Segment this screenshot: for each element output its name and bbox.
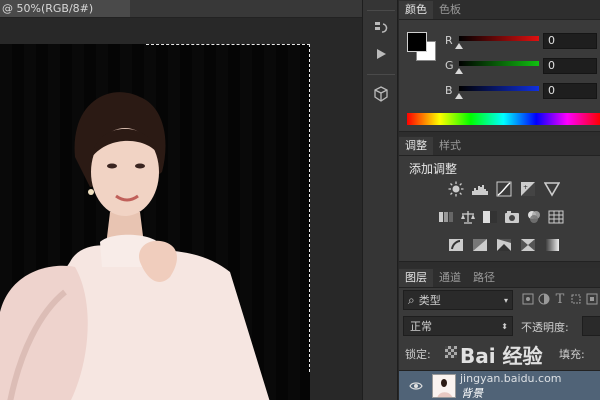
tab-channels[interactable]: 通道 (433, 269, 467, 287)
chevron-updown-icon: ⬍ (501, 321, 508, 331)
lock-transparent-pixels-icon[interactable] (445, 346, 457, 358)
hue-saturation-icon[interactable] (437, 208, 455, 226)
posterize-icon[interactable] (471, 236, 489, 254)
tab-paths[interactable]: 路径 (467, 269, 501, 287)
lock-label: 锁定: (405, 348, 431, 361)
curves-icon[interactable] (495, 180, 513, 198)
adjustment-row-3 (447, 236, 561, 254)
search-icon: ⌕ (408, 292, 415, 307)
black-white-icon[interactable] (481, 208, 499, 226)
svg-text:+: + (523, 184, 528, 191)
smart-object-filter-icon[interactable] (585, 292, 599, 306)
exposure-icon[interactable]: + (519, 180, 537, 198)
tab-styles[interactable]: 样式 (433, 137, 467, 155)
3d-cube-icon[interactable] (369, 84, 393, 104)
red-slider-track[interactable] (459, 36, 539, 41)
blend-mode-select[interactable]: 正常 ⬍ (403, 316, 513, 336)
opacity-field[interactable] (582, 316, 600, 336)
right-panels: 颜色 色板 R 0 G 0 B 0 调整 样式 添加调整 + 图层 通道 路径 … (399, 0, 600, 400)
channel-mixer-icon[interactable] (525, 208, 543, 226)
color-panel: 颜色 色板 R 0 G 0 B 0 (399, 0, 600, 132)
red-slider-handle[interactable] (455, 43, 463, 49)
adjustment-filter-icon[interactable] (537, 292, 551, 306)
color-balance-icon[interactable] (459, 208, 477, 226)
pixel-filter-icon[interactable] (521, 292, 535, 306)
adjustment-row-1: + (447, 180, 561, 198)
document-tab-title: @ 50%(RGB/8#) (2, 2, 94, 15)
tab-layers[interactable]: 图层 (399, 269, 433, 287)
blue-channel-label: B (445, 84, 453, 97)
red-value-field[interactable]: 0 (543, 33, 597, 49)
layers-panel-tabs: 图层 通道 路径 (399, 268, 600, 288)
document-tab[interactable]: @ 50%(RGB/8#) (0, 0, 130, 18)
color-panel-tabs: 颜色 色板 (399, 0, 600, 20)
green-slider-track[interactable] (459, 61, 539, 66)
type-filter-icon[interactable]: T (553, 292, 567, 307)
tab-swatches[interactable]: 色板 (433, 1, 467, 19)
blue-slider-track[interactable] (459, 86, 539, 91)
tab-adjustments[interactable]: 调整 (399, 137, 433, 155)
layer-kind-label: 类型 (418, 294, 441, 307)
selection-marquee (146, 44, 310, 372)
vibrance-icon[interactable] (543, 180, 561, 198)
layer-kind-filter-select[interactable]: ⌕ 类型 ▾ (403, 290, 513, 310)
adjustments-panel-tabs: 调整 样式 (399, 136, 600, 156)
play-action-icon[interactable] (369, 44, 393, 64)
green-channel-label: G (445, 59, 454, 72)
invert-icon[interactable] (447, 236, 465, 254)
adjustments-panel: 调整 样式 添加调整 + (399, 136, 600, 262)
history-icon[interactable] (369, 18, 393, 38)
layer-row[interactable]: 背景 (399, 370, 600, 400)
fill-label: 填充: (559, 348, 585, 361)
tab-bar-background (130, 0, 362, 18)
image-canvas[interactable] (0, 44, 310, 400)
add-adjustment-label: 添加调整 (409, 162, 458, 176)
strip-divider (367, 74, 395, 75)
layer-thumbnail (432, 374, 456, 398)
color-spectrum-bar[interactable] (407, 113, 600, 125)
green-value-field[interactable]: 0 (543, 58, 597, 74)
layers-panel: 图层 通道 路径 ⌕ 类型 ▾ T 正常 ⬍ 不透明度: 锁定: 填充: 背景 (399, 268, 600, 400)
layer-name: 背景 (461, 387, 483, 400)
brightness-icon[interactable] (447, 180, 465, 198)
adjustment-row-2 (437, 208, 565, 226)
color-lookup-icon[interactable] (547, 208, 565, 226)
shape-filter-icon[interactable] (569, 292, 583, 306)
opacity-label: 不透明度: (521, 321, 569, 334)
chevron-down-icon: ▾ (503, 295, 508, 305)
selective-color-icon[interactable] (519, 236, 537, 254)
blue-slider-handle[interactable] (455, 93, 463, 99)
threshold-icon[interactable] (495, 236, 513, 254)
panel-tool-strip (362, 0, 398, 400)
blue-value-field[interactable]: 0 (543, 83, 597, 99)
green-slider-handle[interactable] (455, 68, 463, 74)
tab-color[interactable]: 颜色 (399, 1, 433, 19)
red-channel-label: R (445, 34, 453, 47)
eye-icon[interactable] (409, 379, 423, 393)
blend-mode-value: 正常 (410, 320, 432, 333)
document-window: @ 50%(RGB/8#) (0, 0, 362, 400)
strip-divider (367, 10, 395, 11)
gradient-map-icon[interactable] (543, 236, 561, 254)
foreground-color-swatch[interactable] (407, 32, 427, 52)
levels-icon[interactable] (471, 180, 489, 198)
photo-filter-icon[interactable] (503, 208, 521, 226)
